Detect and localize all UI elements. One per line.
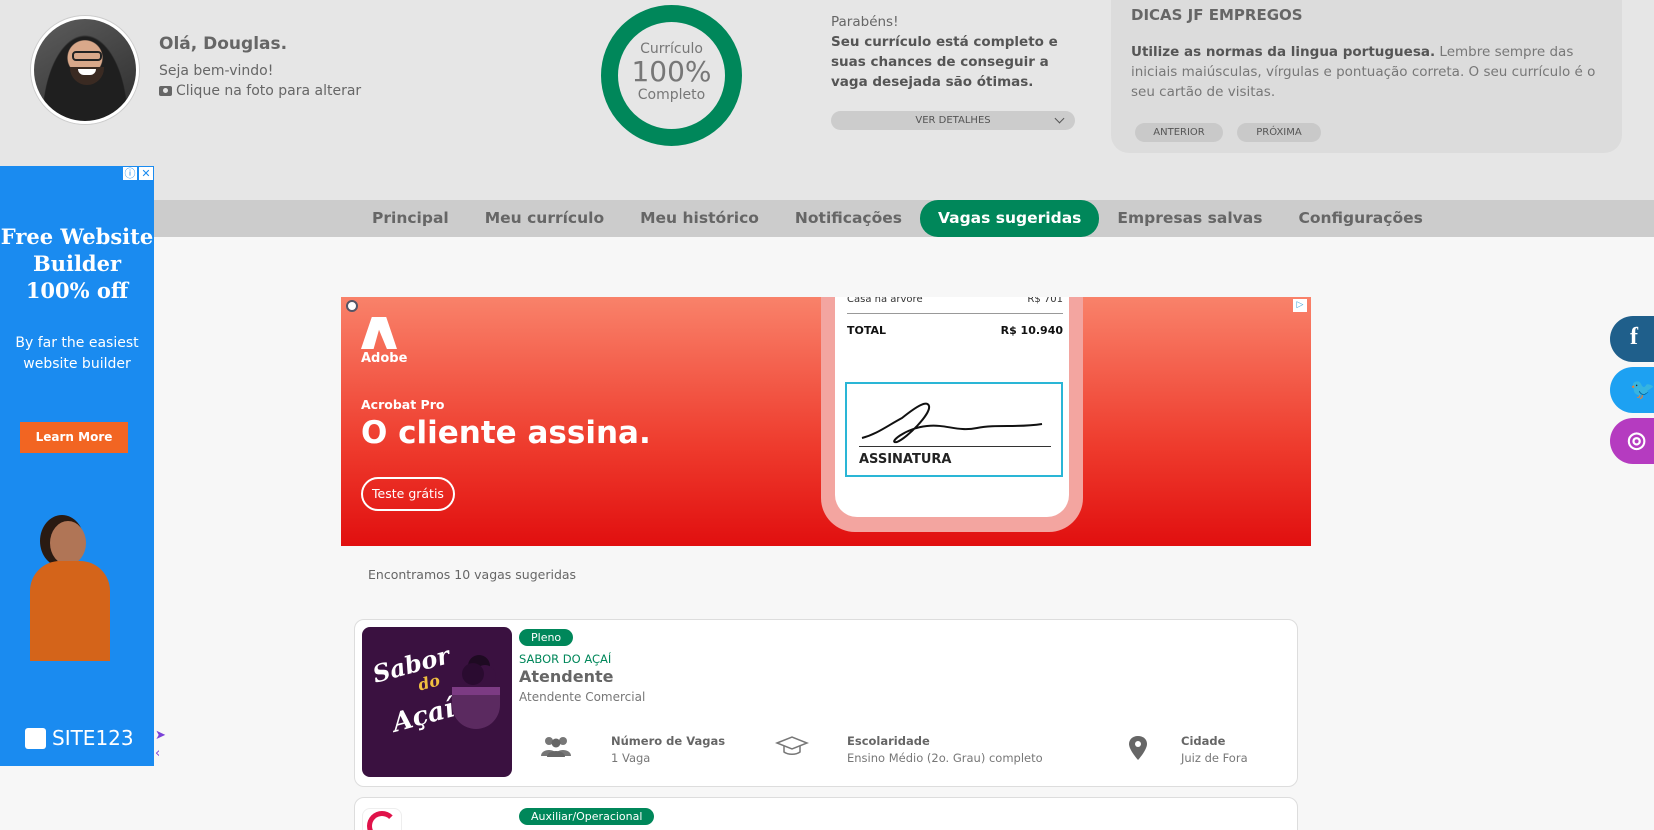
receipt-row: Casa na árvore R$ 701: [847, 297, 1063, 305]
level-badge: Auxiliar/Operacional: [519, 808, 655, 825]
nav-item-configuracoes[interactable]: Configurações: [1280, 200, 1440, 237]
receipt-total-row: TOTAL R$ 10.940: [847, 324, 1063, 337]
tips-bold: Utilize as normas da lingua portuguesa.: [1131, 44, 1436, 60]
job-subtitle: Atendente Comercial: [519, 690, 646, 704]
nav-item-vagas-sugeridas[interactable]: Vagas sugeridas: [919, 200, 1100, 237]
main-nav: Principal Meu currículo Meu histórico Notif…: [154, 200, 1654, 237]
phone-screen: Casa na árvore R$ 701 TOTAL R$ 10.940 AS…: [835, 297, 1069, 517]
signature-box: ASSINATURA: [845, 382, 1063, 477]
camera-icon: [159, 86, 172, 96]
company-name[interactable]: SABOR DO AÇAÍ: [519, 652, 611, 666]
glasses-shape: [72, 51, 102, 61]
signature-stroke: [861, 402, 1043, 444]
company-logo: Sabor do Açaí: [362, 627, 512, 777]
results-count: Encontramos 10 vagas sugeridas: [368, 567, 577, 582]
chevron-left-icon[interactable]: ‹: [155, 745, 166, 763]
congrats-title: Parabéns!: [831, 14, 899, 30]
chevron-down-icon: [1054, 113, 1065, 124]
nav-item-meu-historico[interactable]: Meu histórico: [622, 200, 777, 237]
ad-controls[interactable]: ➤ ‹: [155, 727, 166, 763]
graduation-cap-icon: [775, 736, 809, 755]
ad-woman-image: [20, 521, 120, 661]
receipt-item-value: R$ 701: [1027, 297, 1063, 305]
tips-panel: DICAS JF EMPREGOS Utilize as normas da l…: [1111, 0, 1622, 153]
nav-item-notificacoes[interactable]: Notificações: [777, 200, 920, 237]
logo-text-3: Açaí: [389, 693, 458, 739]
receipt-total-label: TOTAL: [847, 324, 887, 337]
job-card[interactable]: Sabor do Açaí Pleno SABOR DO AÇAÍ Atende…: [354, 619, 1298, 787]
side-ad-headline: Free Website Builder 100% off: [0, 224, 154, 303]
ad-choices[interactable]: ⓘ ✕: [122, 166, 154, 181]
ad-choices-icon[interactable]: ▷: [1293, 299, 1307, 312]
logo-text-2: do: [415, 670, 442, 695]
tips-next-button[interactable]: PRÓXIMA: [1237, 123, 1321, 142]
education-value: Ensino Médio (2o. Grau) completo: [847, 751, 1043, 765]
location-pin-icon: [1129, 736, 1147, 760]
details-button[interactable]: VER DETALHES: [831, 111, 1075, 130]
adobe-logo-icon: [361, 317, 397, 349]
twitter-icon: 🐦: [1630, 379, 1654, 401]
greeting: Olá, Douglas.: [159, 34, 288, 54]
acai-bowl-shape: [452, 687, 500, 729]
profile-header: Olá, Douglas. Seja bem-vindo! Clique na …: [0, 0, 1654, 200]
receipt-total-value: R$ 10.940: [1000, 324, 1063, 337]
company-logo: [362, 808, 402, 830]
site123-brand: SITE123: [52, 726, 134, 750]
site123-logo: SITE123: [25, 726, 134, 750]
avatar[interactable]: [31, 16, 139, 124]
education-label: Escolaridade: [847, 734, 930, 748]
nav-item-meu-curriculo[interactable]: Meu currículo: [467, 200, 622, 237]
side-ad-subtext: By far the easiest website builder: [15, 335, 139, 372]
vacancies-label: Número de Vagas: [611, 734, 726, 748]
signature-line: [859, 446, 1051, 447]
progress-percent: 100%: [631, 55, 712, 88]
receipt-divider: [847, 313, 1063, 314]
phone-mockup: Casa na árvore R$ 701 TOTAL R$ 10.940 AS…: [821, 297, 1083, 532]
banner-cta-button[interactable]: Teste grátis: [361, 477, 455, 511]
woman-body-shape: [30, 561, 110, 661]
level-badge: Pleno: [519, 629, 574, 646]
resume-progress-ring: Currículo 100% Completo: [601, 5, 742, 146]
nav-item-empresas-salvas[interactable]: Empresas salvas: [1099, 200, 1280, 237]
banner-headline: O cliente assina.: [361, 415, 651, 451]
photo-hint-label: Clique na foto para alterar: [176, 83, 362, 99]
tips-text: Utilize as normas da lingua portuguesa. …: [1131, 42, 1605, 102]
site123-icon: [25, 727, 46, 749]
vacancies-value: 1 Vaga: [611, 751, 651, 765]
ad-info-icon[interactable]: ⓘ: [122, 166, 138, 181]
learn-more-button[interactable]: Learn More: [20, 422, 128, 453]
congrats-body: Seu currículo está completo e suas chanc…: [831, 34, 1058, 90]
tips-title: DICAS JF EMPREGOS: [1131, 6, 1303, 24]
city-value: Juiz de Fora: [1181, 751, 1248, 765]
job-card[interactable]: Auxiliar/Operacional: [354, 797, 1298, 830]
facebook-icon: f: [1630, 324, 1638, 350]
instagram-button[interactable]: ◎: [1610, 418, 1654, 464]
congrats-message: Parabéns! Seu currículo está completo e …: [831, 12, 1071, 92]
photo-hint[interactable]: Clique na foto para alterar: [159, 83, 361, 99]
tips-prev-button[interactable]: ANTERIOR: [1135, 123, 1223, 142]
side-ad[interactable]: ⓘ ✕ Free Website Builder 100% off By far…: [0, 166, 154, 766]
job-title[interactable]: Atendente: [519, 667, 613, 686]
progress-label-bottom: Completo: [637, 87, 706, 103]
banner-ad[interactable]: ▷ Adobe Acrobat Pro O cliente assina. Te…: [341, 297, 1311, 546]
banner-product: Acrobat Pro: [361, 397, 445, 412]
banner-brand: Adobe: [361, 351, 408, 366]
welcome-text: Seja bem-vindo!: [159, 63, 274, 79]
receipt-item: Casa na árvore: [847, 297, 923, 305]
facebook-button[interactable]: f: [1610, 316, 1654, 362]
send-icon[interactable]: ➤: [155, 727, 166, 745]
city-label: Cidade: [1181, 734, 1226, 748]
signature-label: ASSINATURA: [859, 452, 952, 467]
company-logo-arc: [367, 811, 397, 830]
nav-item-principal[interactable]: Principal: [354, 200, 467, 237]
nav-items: Principal Meu currículo Meu histórico Notif…: [354, 200, 1441, 237]
close-icon[interactable]: ✕: [138, 166, 154, 181]
people-icon: [541, 737, 571, 757]
instagram-icon: ◎: [1627, 427, 1647, 452]
berry-shape: [462, 663, 484, 685]
details-button-label: VER DETALHES: [915, 115, 991, 126]
shield-icon: [346, 300, 358, 312]
woman-head-shape: [50, 521, 86, 565]
twitter-button[interactable]: 🐦: [1610, 367, 1654, 413]
